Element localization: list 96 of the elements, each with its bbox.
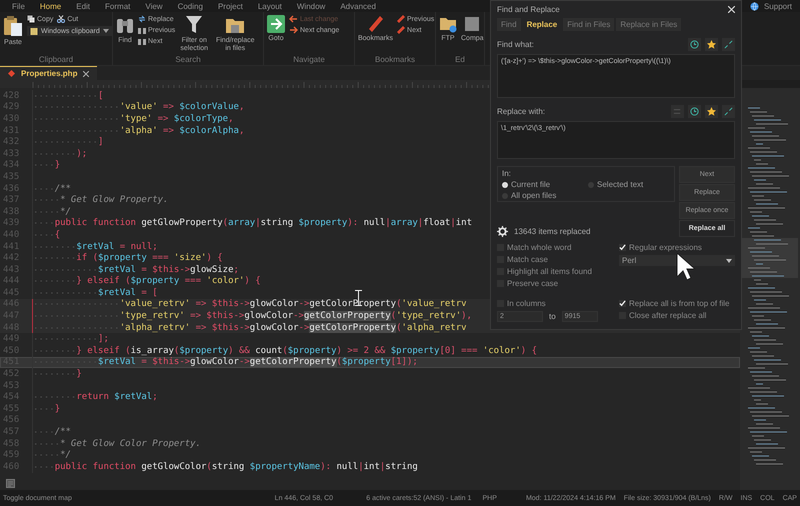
caret-icon — [102, 29, 109, 33]
find-label: Find what: — [497, 40, 534, 49]
code-line: * Get Glow Color Property. — [33, 438, 201, 449]
arrow-right-icon — [289, 26, 298, 34]
range-label: to — [549, 312, 556, 321]
option-checkbox[interactable]: Replace all is from top of file — [619, 299, 735, 308]
history-icon[interactable] — [688, 105, 701, 118]
menu-item[interactable]: Home — [40, 2, 62, 10]
code-line: $retVal = $this->glowSize; — [33, 264, 239, 275]
menu-item[interactable]: Advanced — [340, 2, 376, 10]
clipboard-icon — [30, 27, 38, 35]
expand-icon[interactable] — [722, 105, 735, 118]
option-checkbox[interactable]: Match case — [497, 255, 613, 264]
scissors-icon — [57, 15, 66, 23]
history-icon[interactable] — [688, 38, 701, 51]
funnel-icon — [186, 15, 202, 35]
scope-label: In: — [502, 169, 512, 178]
diamond-icon — [8, 70, 15, 77]
option-checkbox[interactable]: Close after replace all — [619, 311, 735, 320]
option-checkbox[interactable]: Highlight all items found — [497, 267, 613, 276]
expand-icon[interactable] — [722, 38, 735, 51]
code-line: } elseif ($property === 'color') { — [33, 276, 261, 286]
code-line: $retVal = [ — [33, 288, 158, 298]
menu-item[interactable]: File — [12, 2, 25, 10]
dialog-tab[interactable]: Find — [497, 18, 521, 31]
group-label: Search — [174, 55, 202, 65]
group-label: Ed — [454, 55, 466, 65]
arrow-right-icon — [267, 15, 285, 33]
regex-engine-dropdown[interactable]: Perl — [619, 255, 735, 266]
code-line: ); — [33, 148, 88, 159]
file-tab[interactable]: Properties.php — [0, 66, 98, 80]
group-label: Navigate — [292, 55, 326, 65]
close-icon[interactable] — [728, 6, 735, 12]
code-line: } — [33, 404, 60, 414]
option-checkbox[interactable]: Match whole word — [497, 243, 613, 252]
dialog-title: Find and Replace — [497, 4, 560, 14]
code-line: [ — [33, 90, 104, 101]
bookmark-icon — [368, 15, 384, 33]
document-map-toggle-icon[interactable] — [6, 479, 15, 488]
menu-item[interactable]: Window — [296, 2, 326, 10]
copy-icon — [27, 15, 35, 23]
menu-item[interactable]: Coding — [178, 2, 203, 10]
dialog-tab[interactable]: Replace in Files — [616, 18, 682, 31]
close-icon[interactable] — [83, 70, 90, 76]
code-line: 'alpha_retrv' => $this->glowColor->getColorProperty('alpha_retrv — [33, 322, 467, 333]
caret-icon — [726, 258, 732, 262]
code-line: $retVal = $this->glowColor->getColorProperty($property[1]); — [33, 357, 418, 368]
settings-icon[interactable] — [497, 226, 508, 237]
binoculars-icon — [138, 26, 146, 34]
group-label: Bookmarks — [374, 55, 416, 65]
replace-count: 13643 items replaced — [514, 227, 590, 236]
group-label: Clipboard — [38, 55, 74, 65]
code-line: 'type' => $colorType, — [33, 114, 234, 124]
menu-item[interactable]: Project — [218, 2, 243, 10]
code-line: /** — [33, 427, 71, 438]
code-line: { — [33, 230, 60, 240]
folder-icon — [439, 15, 457, 33]
code-line: } — [33, 160, 60, 170]
scope-radio[interactable]: All open files — [502, 191, 584, 200]
option-checkbox[interactable]: Preserve case — [497, 279, 613, 288]
code-line: if ($property === 'size') { — [33, 253, 223, 264]
globe-icon — [750, 2, 759, 10]
code-line: public function getGlowProperty(array|string $property): null|array|float|int — [33, 218, 472, 228]
code-line: $retVal = null; — [33, 242, 158, 252]
star-icon[interactable] — [705, 105, 718, 118]
code-line: return $retVal; — [33, 392, 158, 402]
code-line: 'value' => $colorValue, — [33, 102, 244, 112]
code-line: * Get Glow Property. — [33, 195, 168, 206]
code-line: */ — [33, 450, 71, 460]
menu-item[interactable]: Edit — [76, 2, 90, 10]
menu-item[interactable]: View — [145, 2, 163, 10]
replace-label: Replace with: — [497, 107, 546, 116]
binoculars-icon — [138, 37, 146, 45]
mouse-pointer-icon — [676, 252, 696, 282]
code-line: 'value_retrv' => $this->glowColor->getColorProperty('value_retrv — [33, 299, 467, 310]
menu-item[interactable]: Layout — [258, 2, 282, 10]
arrow-left-icon — [289, 15, 298, 23]
dialog-tab[interactable]: Find in Files — [563, 18, 614, 31]
code-line: } elseif (is_array($property) && count($property) >= 2 && $property[0] === 'color') { — [33, 346, 538, 356]
scope-radio[interactable]: Current file — [502, 180, 584, 189]
scope-radio[interactable]: Selected text — [588, 180, 670, 189]
menu-item[interactable]: Format — [105, 2, 130, 10]
code-line: */ — [33, 206, 71, 217]
code-line: public function getGlowColor(string $propertyName): null|int|string — [33, 462, 418, 472]
code-line: 'alpha' => $colorAlpha, — [33, 126, 244, 136]
option-checkbox[interactable]: In columns — [497, 299, 613, 308]
replace-icon — [138, 15, 146, 23]
code-line: /** — [33, 184, 71, 194]
code-line: ] — [33, 137, 104, 148]
option-checkbox[interactable]: Regular expressions — [619, 243, 735, 252]
code-line: } — [33, 369, 82, 380]
code-line: ]; — [33, 334, 109, 344]
code-line: 'type_retrv' => $this->glowColor->getColorProperty('type_retrv'), — [33, 311, 472, 322]
clipboard-icon — [3, 15, 23, 37]
support-menu[interactable]: Support — [764, 2, 792, 10]
star-icon[interactable] — [705, 38, 718, 51]
